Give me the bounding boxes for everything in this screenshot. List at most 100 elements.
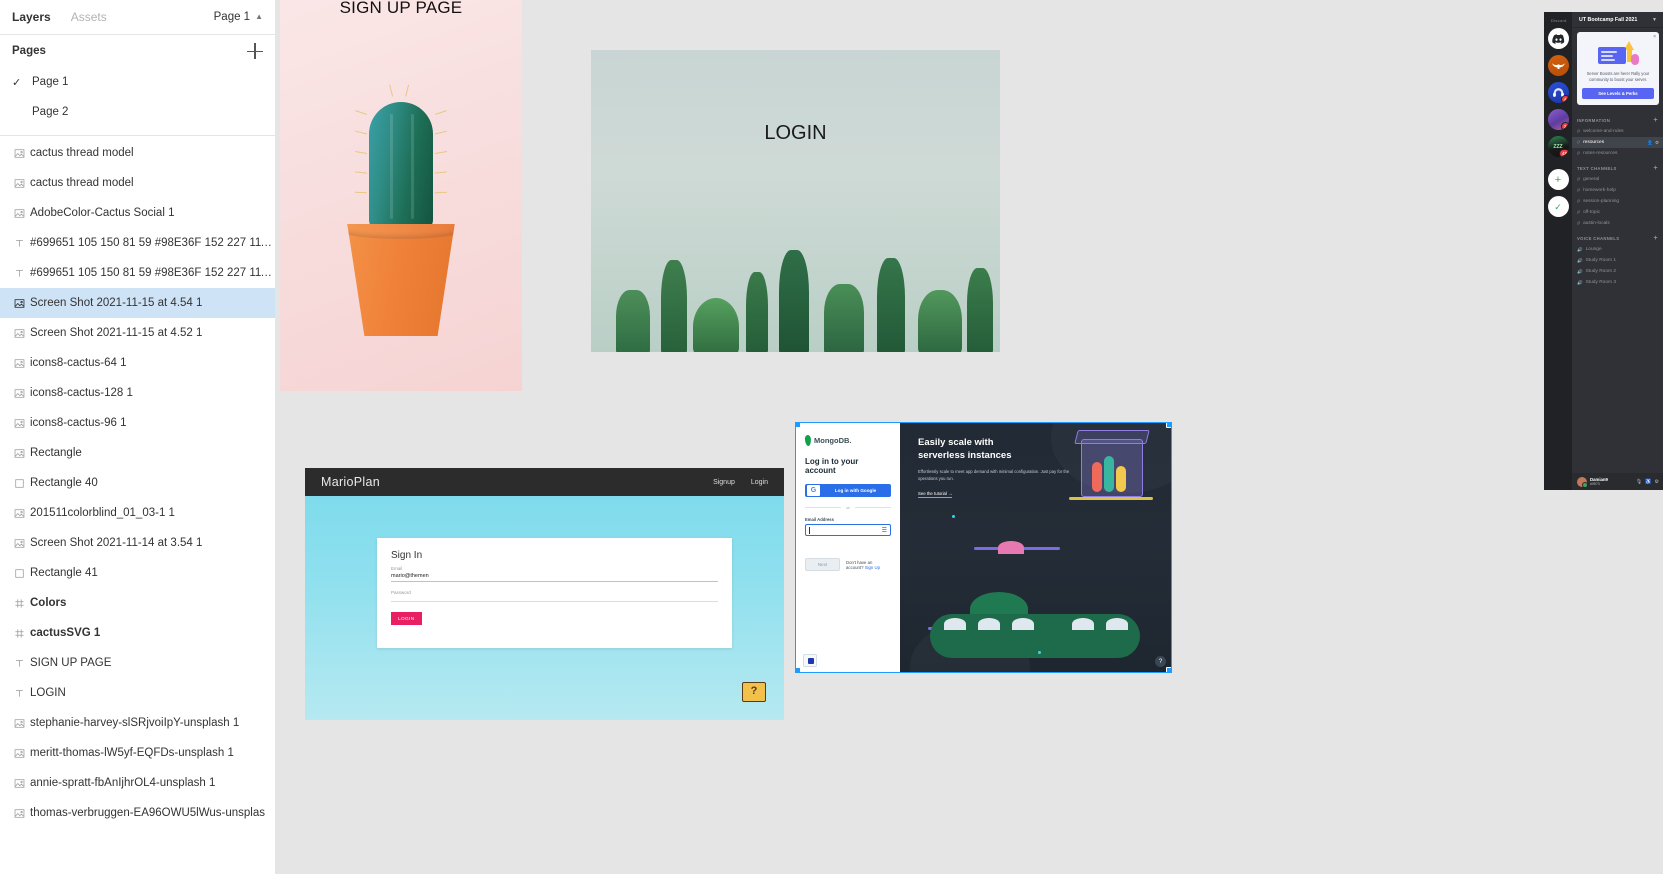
server-icon-discord-home[interactable] <box>1547 28 1569 49</box>
board-sign-up-page[interactable]: SIGN UP PAGE <box>280 0 522 391</box>
channel-item-session-planning[interactable]: # session-planning <box>1572 196 1663 207</box>
layer-label: annie-spratt-fbAnIjhrOL4-unsplash 1 <box>30 777 216 789</box>
channel-category-header[interactable]: INFORMATION + <box>1572 111 1663 126</box>
channel-item-resources[interactable]: # resources 👤 ⚙ <box>1572 137 1663 149</box>
add-channel-icon[interactable]: + <box>1654 117 1658 124</box>
next-button[interactable]: Next <box>805 558 841 571</box>
page-item-1[interactable]: ✓ Page 1 <box>0 67 275 97</box>
server-icon-headphones[interactable]: 4 <box>1547 82 1569 103</box>
channel-item-Study Room 2[interactable]: 🔊 Study Room 2 <box>1572 266 1663 277</box>
board-login-page[interactable]: LOGIN <box>591 50 1000 352</box>
marioplan-login-button[interactable]: LOGIN <box>391 612 422 625</box>
layer-row[interactable]: icons8-cactus-128 1 <box>0 378 275 408</box>
gear-icon[interactable]: ⚙ <box>1655 140 1659 146</box>
layer-row[interactable]: annie-spratt-fbAnIjhrOL4-unsplash 1 <box>0 768 275 798</box>
channel-name: Study Room 2 <box>1585 269 1617 275</box>
server-icon-zzz-green[interactable]: ZZZ 48 <box>1547 136 1569 157</box>
layer-label: cactusSVG 1 <box>30 627 101 639</box>
channel-item-Study Room 3[interactable]: 🔊 Study Room 3 <box>1572 277 1663 288</box>
tab-assets[interactable]: Assets <box>71 10 107 24</box>
server-boost-card: × Server Boosts are here! Rally your com… <box>1577 32 1659 106</box>
page-selector[interactable]: Page 1 ▲ <box>214 11 263 23</box>
design-canvas[interactable]: SIGN UP PAGE LOGIN MarioPlan Signup Logi… <box>276 0 1663 874</box>
signup-link[interactable]: Sign Up <box>865 565 880 570</box>
layer-row[interactable]: AdobeColor-Cactus Social 1 <box>0 198 275 228</box>
layer-row[interactable]: cactus thread model <box>0 138 275 168</box>
see-levels-perks-button[interactable]: See Levels & Perks <box>1582 88 1654 100</box>
speaker-icon: 🔊 <box>1577 268 1583 274</box>
layer-row[interactable]: stephanie-harvey-slSRjvoiIpY-unsplash 1 <box>0 708 275 738</box>
board-marioplan-mockup[interactable]: MarioPlan Signup Login Sign In Email mar… <box>305 468 784 720</box>
nav-link-signup[interactable]: Signup <box>713 479 735 486</box>
channel-item-Lounge[interactable]: 🔊 Lounge <box>1572 244 1663 255</box>
layer-row[interactable]: cactusSVG 1 <box>0 618 275 648</box>
layer-row[interactable]: #699651 105 150 81 59 #98E36F 152 227 11… <box>0 228 275 258</box>
help-fab-button[interactable]: ? <box>1155 656 1166 667</box>
resize-handle-top-right[interactable] <box>1166 423 1171 428</box>
layer-row[interactable]: Screen Shot 2021-11-15 at 4.52 1 <box>0 318 275 348</box>
channel-item-general[interactable]: # general <box>1572 174 1663 185</box>
add-channel-icon[interactable]: + <box>1654 235 1658 242</box>
channel-category-header[interactable]: TEXT CHANNELS + <box>1572 159 1663 174</box>
explore-servers-button[interactable]: ✓ <box>1547 196 1569 217</box>
board-mongodb-screenshot[interactable]: MongoDB. Log in to your account G Log in… <box>795 422 1172 673</box>
channel-item-welcome-and-rules[interactable]: # welcome-and-rules <box>1572 126 1663 137</box>
channel-category-header[interactable]: VOICE CHANNELS + <box>1572 229 1663 244</box>
layer-row[interactable]: icons8-cactus-64 1 <box>0 348 275 378</box>
add-channel-icon[interactable]: + <box>1654 165 1658 172</box>
layer-row[interactable]: Rectangle 41 <box>0 558 275 588</box>
speaker-icon: 🔊 <box>1577 246 1583 252</box>
layer-row[interactable]: Rectangle <box>0 438 275 468</box>
layer-row[interactable]: LOGIN <box>0 678 275 708</box>
guild-header[interactable]: UT Bootcamp Fall 2021 ▼ <box>1572 12 1663 28</box>
password-field-group: Password <box>391 590 718 602</box>
resize-handle-bottom-left[interactable] <box>796 667 801 672</box>
email-value[interactable]: mario@themen <box>391 573 718 579</box>
layer-row[interactable]: 201511colorblind_01_03-1 1 <box>0 498 275 528</box>
gear-icon[interactable]: ⚙ <box>1655 479 1659 485</box>
layer-row[interactable]: SIGN UP PAGE <box>0 648 275 678</box>
avatar[interactable] <box>1577 476 1588 488</box>
email-address-input[interactable]: ☰ <box>805 524 891 536</box>
layer-row[interactable]: icons8-cactus-96 1 <box>0 408 275 438</box>
layer-row[interactable]: Screen Shot 2021-11-15 at 4.54 1 <box>0 288 275 318</box>
headphones-icon[interactable]: ♿ <box>1645 479 1651 485</box>
server-icon-ut-longhorns[interactable] <box>1547 55 1569 76</box>
layer-row[interactable]: thomas-verbruggen-EA96OWU5lWus-unsplas <box>0 798 275 828</box>
channel-item-notes-resources[interactable]: # notes-resources <box>1572 148 1663 159</box>
layer-row[interactable]: Colors <box>0 588 275 618</box>
add-page-icon[interactable] <box>247 43 263 59</box>
resize-handle-bottom-right[interactable] <box>1166 667 1171 672</box>
channel-item-off-topic[interactable]: # off-topic <box>1572 207 1663 218</box>
promo-tutorial-link[interactable]: See the tutorial → <box>918 491 953 499</box>
mongodb-actions: Next Don't have an account? Sign Up <box>805 558 891 571</box>
microphone-icon[interactable]: 🎙 <box>1636 479 1642 485</box>
google-login-button[interactable]: G Log in with Google <box>805 484 891 497</box>
add-member-icon[interactable]: 👤 <box>1647 140 1653 146</box>
component-icon <box>8 628 30 639</box>
add-server-button[interactable]: + <box>1547 169 1569 190</box>
channel-item-Study Room 1[interactable]: 🔊 Study Room 1 <box>1572 255 1663 266</box>
layer-row[interactable]: Screen Shot 2021-11-14 at 3.54 1 <box>0 528 275 558</box>
server-badge: 48 <box>1559 149 1569 157</box>
layer-row[interactable]: #699651 105 150 81 59 #98E36F 152 227 11… <box>0 258 275 288</box>
channel-item-austin-locals[interactable]: # austin-locals <box>1572 218 1663 229</box>
nav-link-login[interactable]: Login <box>751 479 768 486</box>
boost-illustration <box>1594 41 1642 67</box>
resize-handle-top-left[interactable] <box>796 423 801 428</box>
page-item-2[interactable]: Page 2 <box>0 97 275 127</box>
layer-row[interactable]: cactus thread model <box>0 168 275 198</box>
password-manager-icon[interactable]: ☰ <box>882 527 887 534</box>
marioplan-body: Sign In Email mario@themen Password LOGI… <box>305 496 784 720</box>
layer-row[interactable]: meritt-thomas-lW5yf-EQFDs-unsplash 1 <box>0 738 275 768</box>
email-label: Email <box>391 566 403 571</box>
layer-row[interactable]: Rectangle 40 <box>0 468 275 498</box>
discord-screenshot[interactable]: Discord 4 3 ZZZ 48 + ✓ UT Bootcamp Fall … <box>1544 12 1663 490</box>
tab-layers[interactable]: Layers <box>12 10 51 24</box>
image-icon <box>8 538 30 549</box>
server-icon-purple-avatar[interactable]: 3 <box>1547 109 1569 130</box>
channel-name: Study Room 1 <box>1585 258 1617 264</box>
channel-item-homework-help[interactable]: # homework-help <box>1572 185 1663 196</box>
close-icon[interactable]: × <box>1653 34 1656 40</box>
layer-list[interactable]: cactus thread model cactus thread model Ad… <box>0 136 275 874</box>
